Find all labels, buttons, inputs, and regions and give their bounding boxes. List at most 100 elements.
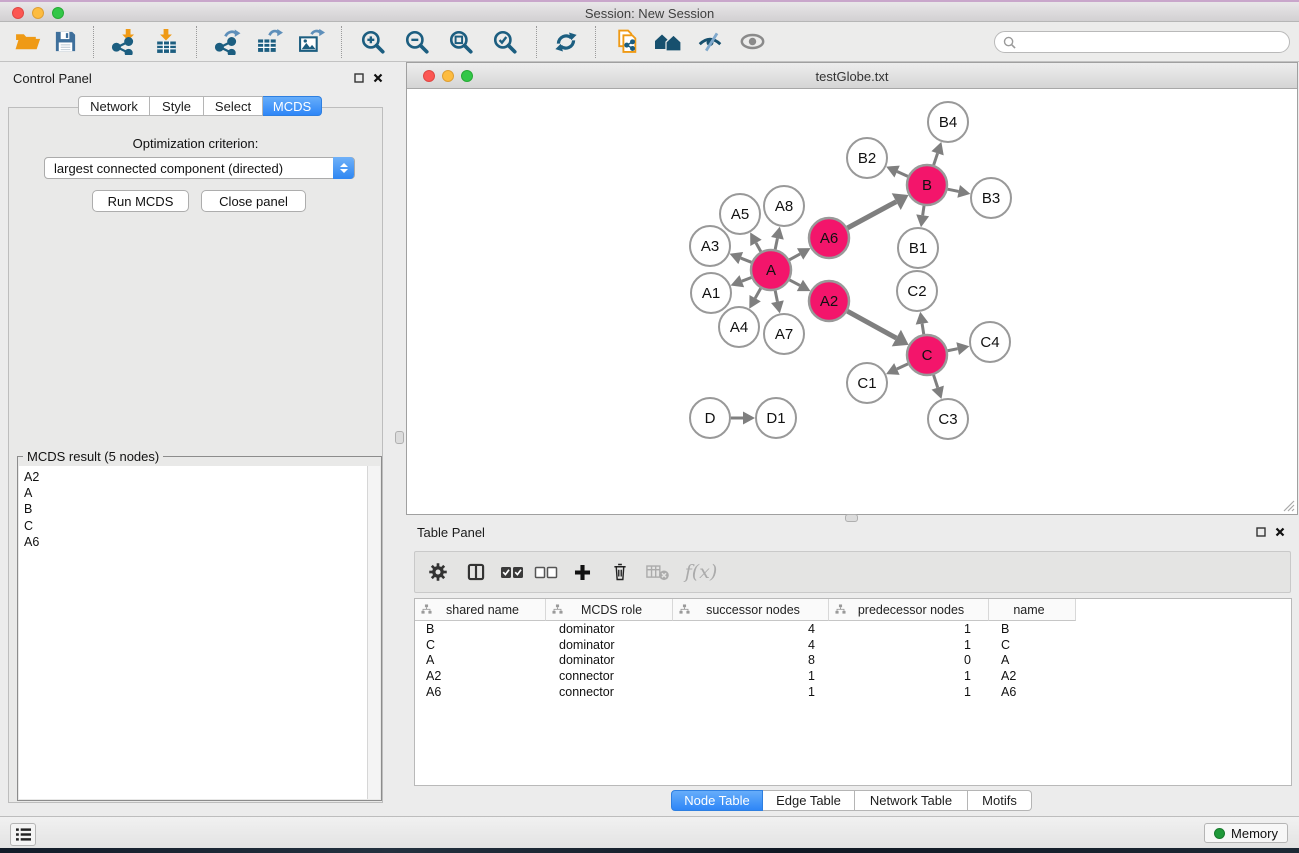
tab-network-table[interactable]: Network Table [855,790,968,811]
mcds-result-item[interactable]: B [24,501,367,517]
mcds-result-item[interactable]: A2 [24,469,367,485]
column-header-predecessor-nodes[interactable]: predecessor nodes [829,599,989,621]
zoom-selected-button[interactable] [483,25,527,59]
add-column-button[interactable] [567,555,597,589]
delete-table-button[interactable] [643,555,673,589]
delete-column-button[interactable] [605,555,635,589]
import-table-button[interactable] [145,25,187,59]
graph-edge-C-C1[interactable] [897,364,908,369]
export-network-button[interactable] [206,25,248,59]
zoom-selected-icon [492,29,518,55]
refresh-layout-button[interactable] [546,25,586,59]
graph-edge-arrowhead [916,312,929,325]
table-row[interactable]: Cdominator41C [415,637,1291,653]
function-builder-button[interactable]: f(x) [681,555,721,589]
graph-edge-A-A7[interactable] [775,291,777,302]
export-image-button[interactable] [290,25,332,59]
show-columns-button[interactable] [461,555,491,589]
graph-edge-A6-B[interactable] [847,202,896,228]
checked-boxes-icon [500,565,524,580]
task-history-button[interactable] [10,823,36,846]
table-row[interactable]: Adominator80A [415,653,1291,669]
network-canvas[interactable]: AA1A2A3A4A5A6A7A8BB1B2B3B4CC1C2C3C4DD1 [407,89,1297,514]
column-header-successor-nodes[interactable]: successor nodes [673,599,829,621]
tab-network[interactable]: Network [78,96,150,116]
zoom-fit-button[interactable] [439,25,483,59]
graph-edge-B-B4[interactable] [934,153,938,165]
tab-motifs[interactable]: Motifs [968,790,1032,811]
tab-node-table[interactable]: Node Table [671,790,763,811]
column-header-shared-name[interactable]: shared name [415,599,546,621]
network-window-titlebar[interactable]: testGlobe.txt [407,63,1297,89]
tab-select[interactable]: Select [204,96,263,116]
mcds-result-item[interactable]: C [24,518,367,534]
close-panel-icon[interactable] [373,73,383,83]
node-table-body: Bdominator41BCdominator41CAdominator80AA… [415,621,1291,700]
close-panel-button[interactable]: Close panel [201,190,306,212]
attribute-tree-icon [552,604,563,615]
float-panel-icon[interactable] [354,73,364,83]
select-all-columns-button[interactable] [499,555,525,589]
graph-edge-A-A6[interactable] [789,254,800,260]
hide-panels-button[interactable] [689,25,731,59]
graph-edge-A-A3[interactable] [741,258,752,262]
table-row[interactable]: A6connector11A6 [415,684,1291,700]
search-input[interactable] [994,31,1290,53]
graph-edge-A-A4[interactable] [755,288,761,298]
import-network-button[interactable] [103,25,145,59]
unselect-all-columns-button[interactable] [533,555,559,589]
column-header-mcds-role[interactable]: MCDS role [546,599,673,621]
graph-edge-A-A5[interactable] [756,243,761,252]
show-panels-button[interactable] [731,25,773,59]
table-cell: connector [546,685,673,699]
table-cell: C [415,638,546,652]
table-cell: 1 [829,669,989,683]
mcds-result-item[interactable]: A6 [24,534,367,550]
network-graph[interactable]: AA1A2A3A4A5A6A7A8BB1B2B3B4CC1C2C3C4DD1 [407,89,1297,513]
open-session-button[interactable] [8,25,46,59]
gear-icon [428,562,448,582]
column-header-name[interactable]: name [989,599,1076,621]
float-panel-icon[interactable] [1256,527,1266,537]
graph-edge-A-A1[interactable] [742,278,752,282]
graph-edge-B-B1[interactable] [923,206,924,216]
toolbar-separator [93,26,94,58]
tab-edge-table[interactable]: Edge Table [763,790,855,811]
graph-edge-A-A8[interactable] [775,238,777,249]
graph-node-label: A6 [820,230,838,247]
table-row[interactable]: A2connector11A2 [415,668,1291,684]
graph-edge-arrowhead [771,227,784,240]
tab-mcds[interactable]: MCDS [263,96,322,116]
export-table-button[interactable] [248,25,290,59]
optimization-criterion-select[interactable]: largest connected component (directed) [44,157,355,179]
table-settings-button[interactable] [423,555,453,589]
result-scrollbar[interactable] [367,466,380,799]
graph-edge-A2-C[interactable] [847,311,896,338]
home-view-button[interactable] [647,25,689,59]
table-row[interactable]: Bdominator41B [415,621,1291,637]
table-cell: 1 [829,622,989,636]
tab-style[interactable]: Style [150,96,204,116]
clone-network-button[interactable] [605,25,647,59]
zoom-out-button[interactable] [395,25,439,59]
graph-edge-C-C2[interactable] [922,324,924,335]
save-session-button[interactable] [46,25,84,59]
mcds-result-item[interactable]: A [24,485,367,501]
zoom-in-button[interactable] [351,25,395,59]
memory-button[interactable]: Memory [1204,823,1288,843]
graph-edge-C-C3[interactable] [934,375,938,388]
graph-edge-arrowhead [743,412,755,425]
table-cell: 4 [673,622,829,636]
horizontal-splitter-handle[interactable] [845,514,858,522]
resize-grip-icon[interactable] [1282,499,1295,512]
graph-edge-B-B2[interactable] [897,172,908,177]
run-mcds-button[interactable]: Run MCDS [92,190,189,212]
graph-node-label: B2 [858,150,876,167]
delete-table-icon [646,563,670,582]
graph-edge-C-C4[interactable] [948,349,958,351]
graph-edge-arrowhead [916,214,929,227]
graph-edge-A-A2[interactable] [790,280,800,286]
graph-edge-B-B3[interactable] [948,189,959,191]
vertical-splitter-handle[interactable] [395,431,404,444]
close-panel-icon[interactable] [1275,527,1285,537]
